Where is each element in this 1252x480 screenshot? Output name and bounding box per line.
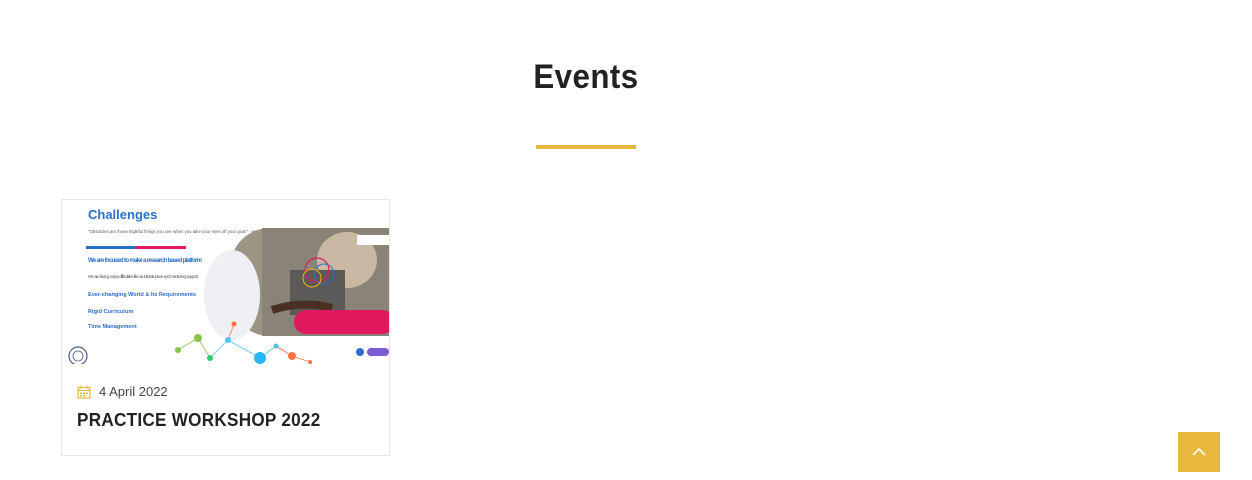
- event-date: 4 April 2022: [99, 384, 168, 399]
- thumbnail-quote: "Obstacles are those frightful things yo…: [88, 229, 274, 234]
- chevron-up-icon: [1192, 447, 1206, 456]
- thumbnail-item-2: Rigid Curriculum: [88, 309, 133, 315]
- thumbnail-item-1: Ever-changing World & Its Requirements: [88, 292, 196, 298]
- college-logo: [68, 346, 88, 364]
- thumbnail-item-3: Time Management: [88, 324, 137, 330]
- event-thumbnail[interactable]: Challenges "Obstacles are those frightfu…: [62, 200, 389, 364]
- thumbnail-focus-sub: We are facing many difficulties like as …: [88, 274, 199, 279]
- event-meta: 4 April 2022: [77, 384, 168, 399]
- thumbnail-heading: Challenges: [88, 207, 157, 222]
- section-title: Events: [533, 58, 639, 96]
- calendar-icon: [77, 385, 91, 399]
- title-divider: [536, 145, 636, 149]
- thumbnail-gradient-bar-blue: [86, 246, 136, 249]
- thumbnail-pill: [367, 348, 389, 356]
- thumbnail-focus: We are focused to make a research based …: [88, 258, 202, 264]
- thumbnail-dot: [356, 348, 364, 356]
- event-title-link[interactable]: PRACTICE WORKSHOP 2022: [77, 410, 321, 431]
- event-card[interactable]: Challenges "Obstacles are those frightfu…: [61, 199, 390, 456]
- back-to-top-button[interactable]: [1178, 432, 1220, 472]
- thumbnail-pink-bar: [294, 310, 389, 334]
